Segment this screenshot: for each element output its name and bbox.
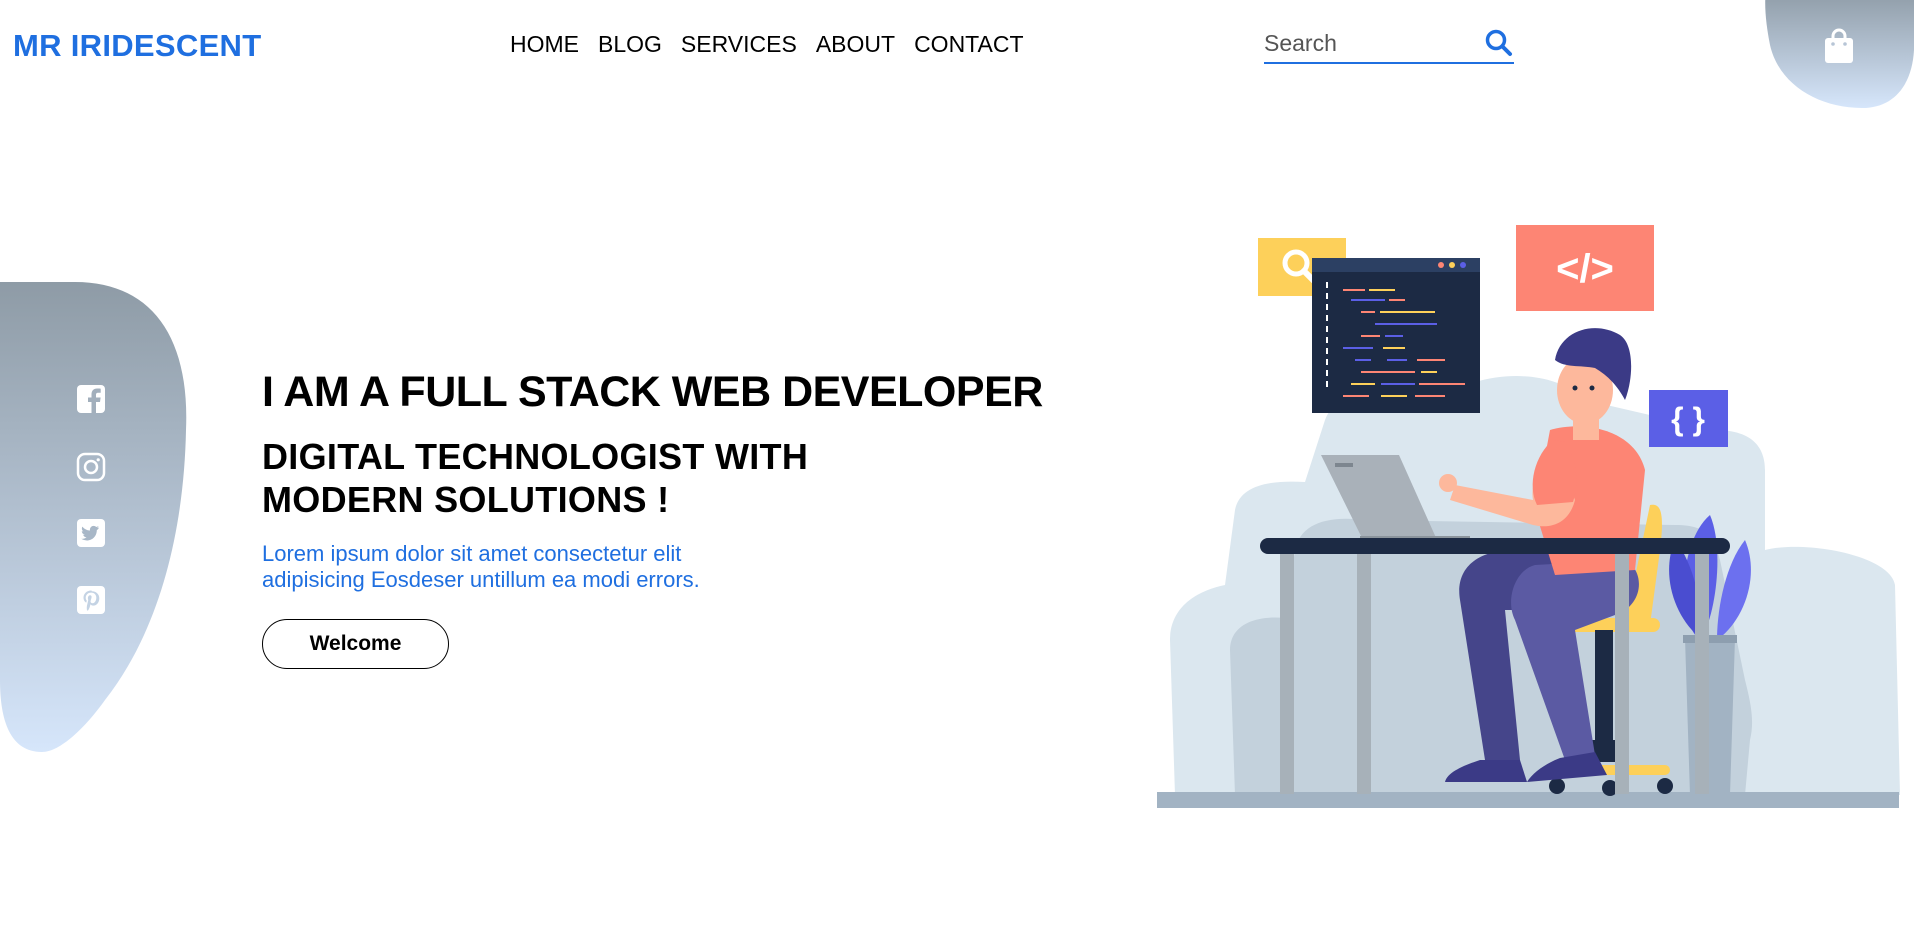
search-bar bbox=[1264, 24, 1514, 64]
svg-text:</>: </> bbox=[1556, 247, 1614, 291]
braces-card: { } bbox=[1649, 390, 1728, 447]
nav-services[interactable]: SERVICES bbox=[681, 31, 797, 58]
code-window bbox=[1312, 258, 1480, 413]
hero-subheadline: DIGITAL TECHNOLOGIST WITH MODERN SOLUTIO… bbox=[262, 436, 809, 520]
instagram-icon[interactable] bbox=[76, 452, 106, 482]
hero-section: I AM A FULL STACK WEB DEVELOPER DIGITAL … bbox=[262, 368, 1122, 669]
nav-blog[interactable]: BLOG bbox=[598, 31, 662, 58]
svg-text:{ }: { } bbox=[1671, 401, 1705, 437]
hero-headline: I AM A FULL STACK WEB DEVELOPER bbox=[262, 368, 1043, 416]
hero-description: Lorem ipsum dolor sit amet consectetur e… bbox=[262, 541, 700, 592]
search-input[interactable] bbox=[1264, 28, 1474, 58]
pinterest-icon[interactable] bbox=[76, 585, 106, 615]
nav-contact[interactable]: CONTACT bbox=[914, 31, 1023, 58]
nav-about[interactable]: ABOUT bbox=[816, 31, 895, 58]
twitter-icon[interactable] bbox=[76, 518, 106, 548]
main-nav: HOME BLOG SERVICES ABOUT CONTACT bbox=[510, 31, 1043, 58]
search-icon[interactable] bbox=[1484, 28, 1514, 58]
site-logo[interactable]: MR IRIDESCENT bbox=[13, 28, 261, 64]
nav-home[interactable]: HOME bbox=[510, 31, 579, 58]
welcome-button[interactable]: Welcome bbox=[262, 619, 449, 669]
developer-illustration: </> { } bbox=[1157, 225, 1900, 808]
shopping-bag-icon[interactable] bbox=[1822, 27, 1856, 65]
code-tag-card: </> bbox=[1516, 225, 1654, 311]
facebook-icon[interactable] bbox=[76, 384, 106, 414]
